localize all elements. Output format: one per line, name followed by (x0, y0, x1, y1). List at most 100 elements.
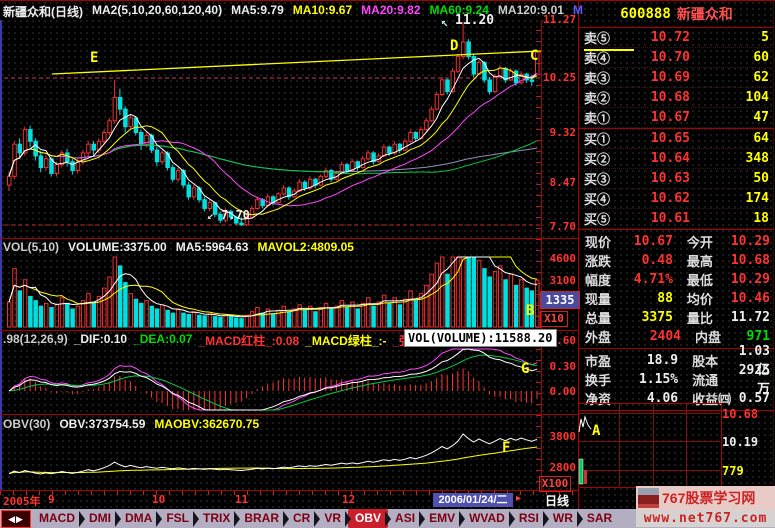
cursor-date-box: 2006/01/24/二 (433, 493, 513, 507)
vol-header-segment: MA5:5964.63 (176, 240, 249, 254)
tab-asi[interactable]: ASI (388, 509, 422, 528)
info-row: 幅度4.71%最低10.29 (579, 270, 774, 289)
sell-row: 卖①10.6747 (579, 108, 774, 128)
macd-header-segment: _MACD红柱_:0.08 (198, 332, 299, 349)
info-row: 现量88均价10.46 (579, 289, 774, 308)
mini-axis-label: 779 (722, 464, 744, 478)
price-axis-label: 9.32 (543, 126, 576, 139)
watermark-title: 767股票学习网 (662, 488, 755, 508)
volume-chart[interactable] (0, 254, 542, 330)
period-label[interactable]: 日线 (545, 492, 569, 509)
price-axis-label: 7.70 (543, 220, 576, 233)
macd-header-segment: _DEA:0.07 (133, 332, 192, 349)
date-next-arrow[interactable]: ▸ (516, 493, 521, 504)
tab-cr[interactable]: CR (286, 509, 317, 528)
info-row: 换手1.15%流通2925万 (579, 370, 774, 389)
obv-header-segment: OBV(30) (3, 417, 50, 431)
tab-rsi[interactable]: RSI (512, 509, 546, 528)
tab-wvad[interactable]: WVAD (462, 509, 512, 528)
obv-chart[interactable] (0, 428, 542, 490)
tab-scroll-arrows[interactable]: ◀▶ (1, 510, 31, 528)
date-label: 11 (235, 493, 248, 506)
main-header-segment: MA2(5,10,20,60,120,40) (92, 3, 222, 20)
quote-info-primary: 现价10.67今开10.29涨跌0.48最高10.68幅度4.71%最低10.2… (579, 230, 774, 346)
mini-chart-plot (578, 403, 722, 487)
candlestick-chart[interactable] (0, 20, 542, 238)
tab-trix[interactable]: TRIX (196, 509, 237, 528)
main-indicator-header: 新疆众和(日线)MA2(5,10,20,60,120,40)MA5:9.79MA… (3, 3, 583, 20)
chart-annotation-G: G (521, 361, 529, 377)
divider-macd-obv (0, 414, 578, 415)
tab-wr[interactable]: WR (546, 509, 580, 528)
obv-axis-label: 3800 (543, 430, 576, 443)
chart-annotation-11.20: 11.20 (455, 13, 494, 28)
volume-axis-label: 4600 (543, 252, 576, 265)
chart-annotation-7.70: 7.70 (221, 208, 250, 222)
info-row: 现价10.67今开10.29 (579, 232, 774, 251)
macd-header-segment: .98(12,26,9) (3, 332, 68, 349)
buy-row: 买④10.62174 (579, 189, 774, 209)
vol-header-segment: VOLUME:3375.00 (68, 240, 167, 254)
macd-indicator-header: .98(12,26,9) _DIF:0.10 _DEA:0.07 _MACD红柱_:0… (3, 332, 434, 349)
watermark-url[interactable]: www.net767.com (636, 510, 775, 527)
tab-emv[interactable]: EMV (422, 509, 462, 528)
divider-main-vol (0, 238, 578, 239)
macd-axis-label: 0.00 (543, 385, 576, 398)
main-header-segment: MA120:9.01 (498, 3, 564, 20)
tab-obv[interactable]: OBV (348, 509, 388, 528)
chart-annotation-D: D (450, 38, 458, 54)
tab-sar[interactable]: SAR (580, 509, 619, 528)
left-edge-line (0, 20, 2, 490)
info-row: 涨跌0.48最高10.68 (579, 251, 774, 270)
volume-cursor-value-box: 1335 (540, 291, 580, 309)
chart-annotation-F: F (502, 440, 510, 456)
buy-row: 买③10.6350 (579, 169, 774, 189)
stock-app-window: 新疆众和(日线)MA2(5,10,20,60,120,40)MA5:9.79MA… (0, 0, 775, 528)
tab-dmi[interactable]: DMI (82, 509, 118, 528)
sell-row: 卖③10.6962 (579, 68, 774, 88)
obv-indicator-header: OBV(30) OBV:373754.59 MAOBV:362670.75 (3, 417, 259, 431)
sell-row: 卖⑤10.725 (579, 28, 774, 48)
macd-chart[interactable] (0, 346, 542, 414)
date-label: 9 (48, 493, 55, 506)
tab-dma[interactable]: DMA (118, 509, 159, 528)
tab-fsl[interactable]: FSL (159, 509, 196, 528)
tab-vr[interactable]: VR (317, 509, 348, 528)
buy-orders: 买①10.6564买②10.64348买③10.6350买④10.62174买⑤… (579, 129, 774, 229)
macd-header-segment: _DIF:0.10 (74, 332, 127, 349)
macd-axis-label: 0.30 (543, 360, 576, 373)
tab-brar[interactable]: BRAR (237, 509, 286, 528)
volume-scale-box: X10 (540, 311, 568, 327)
trendline-extension (584, 49, 634, 51)
obv-header-segment: OBV:373754.59 (59, 417, 145, 431)
stock-name: 新疆众和 (677, 4, 733, 24)
macd-header-segment: _MACD绿柱_:- (305, 332, 386, 349)
sell-row: 卖④10.7060 (579, 48, 774, 68)
price-axis-line (541, 20, 542, 490)
mini-axis-label: 10.19 (722, 435, 758, 449)
buy-row: 买②10.64348 (579, 149, 774, 169)
obv-header-segment: MAOBV:362670.75 (154, 417, 259, 431)
tab-macd[interactable]: MACD (32, 509, 82, 528)
chart-annotation-↖: ↖ (441, 15, 448, 29)
main-header-segment: MA20:9.82 (361, 3, 420, 20)
quote-info-secondary: 市盈18.9股本1.03亿换手1.15%流通2925万净资4.06收益㈣0.57 (579, 349, 774, 408)
obv-axis-label: 2800 (543, 461, 576, 474)
watermark[interactable]: 767股票学习网 www.net767.com (636, 486, 775, 527)
mini-axis-label: 10.68 (722, 407, 758, 421)
divider-obv-date (0, 490, 578, 491)
date-label: 2005年 (3, 493, 41, 509)
sell-row: 卖②10.68104 (579, 88, 774, 108)
info-row: 总量3375量比11.72 (579, 308, 774, 327)
buy-row: 买⑤10.6118 (579, 209, 774, 229)
chart-annotation-A: A (592, 423, 600, 439)
volume-tooltip: VOL(VOLUME):11588.20 (404, 329, 557, 347)
stock-code: 600888 (620, 6, 671, 22)
volume-indicator-header: VOL(5,10)VOLUME:3375.00MA5:5964.63MAVOL2… (3, 240, 354, 254)
price-axis-label: 8.47 (543, 176, 576, 189)
chart-annotation-E: E (90, 50, 98, 66)
main-header-segment: MA5:9.79 (231, 3, 284, 20)
watermark-logo-icon (638, 488, 659, 508)
chart-annotation-B: B (526, 303, 534, 319)
main-header-segment: MA10:9.67 (293, 3, 352, 20)
